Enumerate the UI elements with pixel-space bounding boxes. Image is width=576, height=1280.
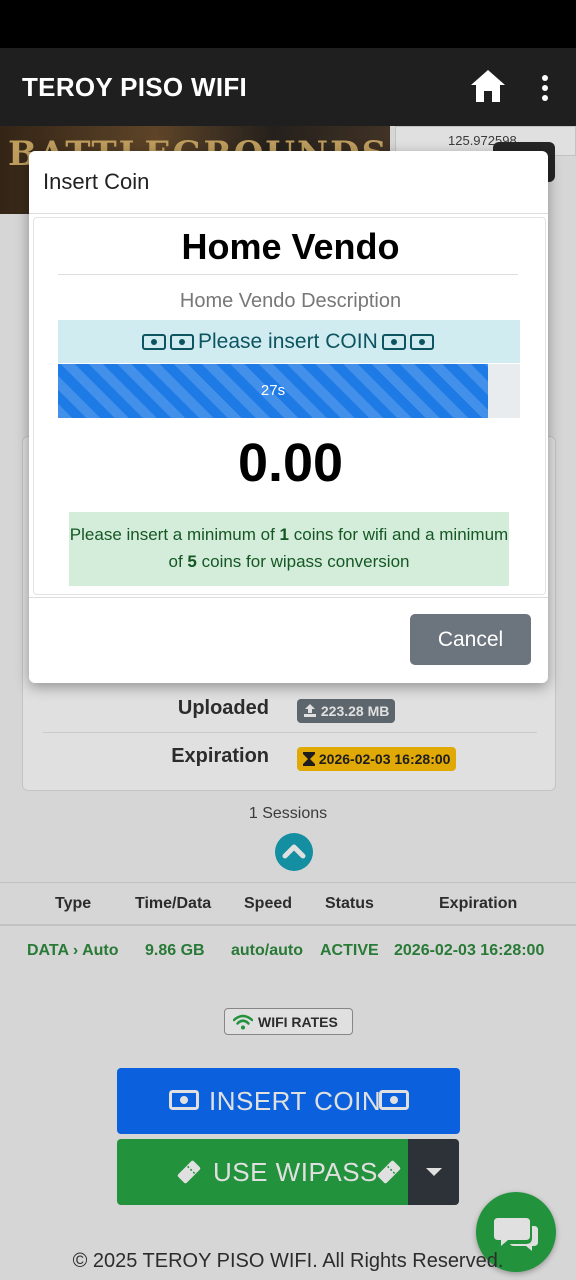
status-bar [0,0,576,48]
modal-header-divider [29,213,548,214]
insert-coin-message: Please insert COIN [198,330,378,353]
more-vertical-icon[interactable] [534,74,556,102]
min-text-3: coins for wipass conversion [196,552,410,571]
insert-coin-alert: Please insert COIN [58,320,520,363]
money-icon [382,334,406,350]
coin-amount: 0.00 [237,433,344,493]
vendo-divider [58,274,518,275]
app-title: TEROY PISO WIFI [22,72,248,102]
min-coins-wifi: 1 [279,525,290,544]
cancel-button[interactable]: Cancel [410,614,531,665]
money-icon [142,334,166,350]
modal-footer-divider [29,597,548,598]
min-text-1: Please insert a minimum of [69,525,280,544]
vendo-card: Home Vendo Home Vendo Description Please… [33,217,546,595]
insert-coin-modal: Insert Coin Home Vendo Home Vendo Descri… [29,151,548,683]
home-icon[interactable] [469,68,507,104]
modal-title: Insert Coin [43,169,150,194]
money-icon [410,334,434,350]
min-coins-wipass: 5 [187,552,197,571]
vendo-description: Home Vendo Description [179,290,402,312]
vendo-name: Home Vendo [181,226,400,267]
countdown-label: 27s [260,382,286,399]
app-bar: TEROY PISO WIFI [0,48,576,126]
money-icon [170,334,194,350]
countdown-progress: 27s [58,364,520,418]
minimum-coins-alert: Please insert a minimum of 1 coins for w… [69,512,509,586]
countdown-progress-fill: 27s [58,364,488,418]
